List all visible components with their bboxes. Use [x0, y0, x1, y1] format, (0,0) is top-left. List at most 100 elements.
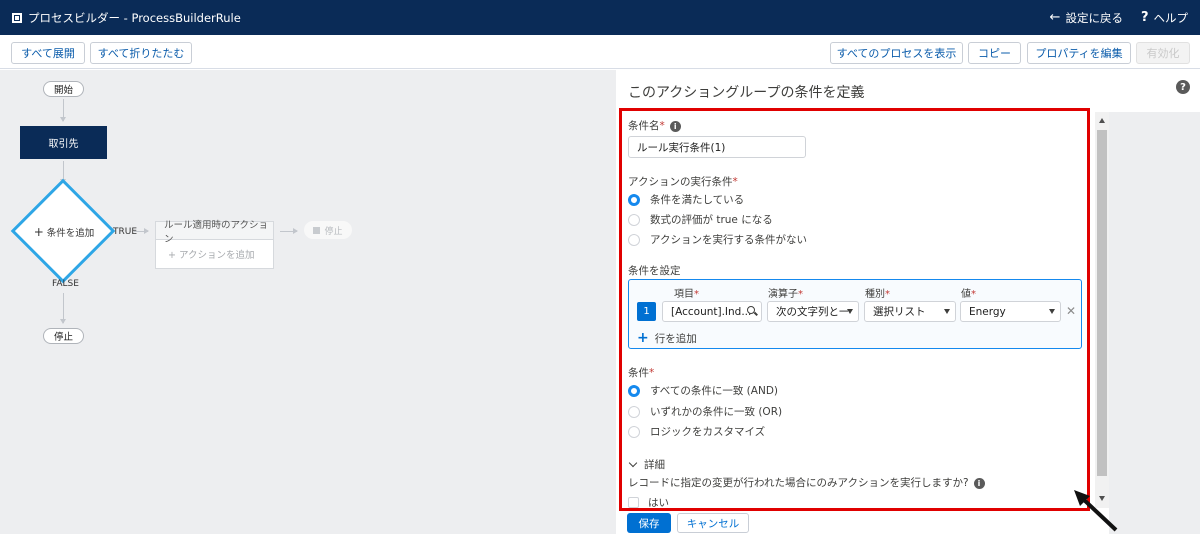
criteria-for-executing-label: アクションの実行条件* — [628, 176, 738, 188]
radio-formula-true[interactable]: 数式の評価が true になる — [628, 212, 773, 227]
radio-button[interactable] — [628, 193, 640, 206]
search-icon — [747, 306, 755, 314]
header-actions: ← 設定に戻る ? ヘルプ — [1050, 0, 1188, 35]
activate-button[interactable]: 有効化 — [1136, 42, 1190, 64]
column-operator: 演算子* — [768, 289, 803, 300]
criteria-form: 条件名* i ルール実行条件(1) アクションの実行条件* 条件を満たしている 数… — [628, 112, 1095, 534]
radio-label: 条件を満たしている — [650, 194, 745, 206]
radio-label: 数式の評価が true になる — [650, 214, 773, 226]
radio-any-condition[interactable]: いずれかの条件に一致 (OR) — [628, 404, 782, 419]
process-builder-logo-icon — [12, 12, 22, 23]
type-value: 選択リスト — [873, 306, 926, 318]
edit-properties-button[interactable]: プロパティを編集 — [1027, 42, 1131, 64]
annotation-arrow-icon — [1074, 490, 1118, 532]
start-node: 開始 — [43, 81, 84, 97]
object-node[interactable]: 取引先 — [20, 126, 107, 159]
radio-all-conditions[interactable]: すべての条件に一致 (AND) — [628, 383, 778, 398]
question-icon: ? — [1140, 10, 1149, 25]
collapse-all-button[interactable]: すべて折りたたむ — [90, 42, 192, 64]
panel-scrollbar[interactable] — [1095, 112, 1109, 508]
type-select[interactable]: 選択リスト — [864, 301, 956, 322]
set-conditions-label: 条件を設定 — [628, 265, 681, 277]
chevron-down-icon — [847, 309, 853, 314]
radio-no-criteria[interactable]: アクションを実行する条件がない — [628, 232, 807, 247]
column-field: 項目* — [674, 289, 699, 300]
info-icon[interactable]: i — [669, 120, 681, 132]
radio-button[interactable] — [628, 405, 640, 418]
chevron-down-icon — [628, 458, 638, 468]
connector — [60, 99, 66, 122]
app-title: プロセスビルダー - ProcessBuilderRule — [28, 10, 241, 25]
radio-button[interactable] — [628, 425, 640, 438]
connector — [60, 293, 66, 324]
radio-conditions-met[interactable]: 条件を満たしている — [628, 192, 744, 207]
row-number: 1 — [637, 302, 656, 321]
help-label: ヘルプ — [1153, 10, 1189, 25]
connector — [280, 228, 298, 234]
value-value: Energy — [969, 305, 1006, 318]
chevron-down-icon — [1049, 309, 1055, 314]
radio-button[interactable] — [628, 384, 640, 397]
radio-label: アクションを実行する条件がない — [650, 234, 807, 246]
app-header: プロセスビルダー - ProcessBuilderRule ← 設定に戻る ? … — [0, 0, 1200, 35]
toolbar: すべて展開 すべて折りたたむ すべてのプロセスを表示 コピー プロパティを編集 … — [0, 35, 1200, 69]
operator-select[interactable]: 次の文字列と一致する — [767, 301, 859, 322]
value-select[interactable]: Energy — [960, 301, 1061, 322]
field-value: [Account].Ind... — [671, 305, 752, 318]
copy-button[interactable]: コピー — [968, 42, 1021, 64]
criteria-panel: このアクショングループの条件を定義 ? 条件名* i ルール実行条件(1) アクシ… — [616, 70, 1200, 534]
add-row-label: 行を追加 — [654, 332, 697, 345]
scroll-thumb[interactable] — [1097, 130, 1107, 476]
plus-icon: + — [168, 250, 176, 261]
radio-button[interactable] — [628, 213, 640, 226]
false-label: FALSE — [52, 279, 79, 289]
radio-label: ロジックをカスタマイズ — [650, 426, 766, 438]
process-canvas: 開始 取引先 + 条件を追加 TRUE ルール適用時のアクション + アクション… — [0, 70, 616, 534]
advanced-toggle[interactable]: 詳細 — [628, 457, 665, 472]
help-link[interactable]: ? ヘルプ — [1141, 10, 1188, 26]
plus-icon: + — [637, 330, 649, 346]
stop-label: 停止 — [324, 226, 343, 237]
criteria-name-input[interactable]: ルール実行条件(1) — [628, 136, 806, 158]
action-group-title: ルール適用時のアクション — [156, 220, 273, 245]
save-button[interactable]: 保存 — [627, 513, 671, 533]
conditions-logic-label: 条件* — [628, 367, 655, 379]
checkbox-label: はい — [648, 497, 669, 509]
field-lookup[interactable]: [Account].Ind... — [662, 301, 762, 322]
radio-label: すべての条件に一致 (AND) — [650, 385, 778, 397]
stop-node-false: 停止 — [43, 328, 84, 344]
view-all-processes-button[interactable]: すべてのプロセスを表示 — [830, 42, 963, 64]
add-criteria-text: 条件を追加 — [46, 228, 95, 239]
arrow-left-icon: ← — [1049, 10, 1061, 25]
remove-row-icon[interactable]: ✕ — [1066, 304, 1076, 318]
cancel-button[interactable]: キャンセル — [677, 513, 749, 533]
plus-icon: + — [33, 225, 44, 239]
expand-all-button[interactable]: すべて展開 — [11, 42, 85, 64]
checkbox[interactable] — [628, 497, 639, 508]
radio-button[interactable] — [628, 233, 640, 246]
action-group[interactable]: ルール適用時のアクション + アクションを追加 — [155, 220, 274, 269]
add-row-button[interactable]: + 行を追加 — [637, 330, 697, 346]
radio-custom-logic[interactable]: ロジックをカスタマイズ — [628, 424, 765, 439]
advanced-question: レコードに指定の変更が行われた場合にのみアクションを実行しますか? i — [628, 475, 985, 490]
yes-checkbox[interactable]: はい — [628, 495, 669, 510]
info-icon[interactable]: i — [973, 477, 985, 489]
add-criteria-label[interactable]: + 条件を追加 — [18, 225, 110, 239]
back-to-setup-link[interactable]: ← 設定に戻る — [1050, 10, 1123, 26]
column-value: 値* — [961, 289, 976, 300]
chevron-down-icon — [944, 309, 950, 314]
add-action-text: アクションを追加 — [179, 250, 255, 261]
true-label: TRUE — [113, 227, 138, 237]
back-to-setup-label: 設定に戻る — [1065, 10, 1123, 25]
column-type: 種別* — [865, 289, 890, 300]
scroll-up-icon[interactable] — [1099, 118, 1105, 123]
help-icon[interactable]: ? — [1176, 80, 1190, 94]
panel-gutter — [1109, 112, 1200, 534]
radio-label: いずれかの条件に一致 (OR) — [650, 406, 783, 418]
conditions-table: 項目* 演算子* 種別* 値* 1 [Account].Ind... 次の文字列… — [628, 279, 1082, 349]
panel-title: このアクショングループの条件を定義 — [628, 85, 865, 101]
stop-node-true: 停止 — [304, 221, 352, 239]
operator-value: 次の文字列と一致する — [776, 306, 848, 318]
stop-icon — [313, 226, 321, 234]
connector — [134, 228, 149, 234]
